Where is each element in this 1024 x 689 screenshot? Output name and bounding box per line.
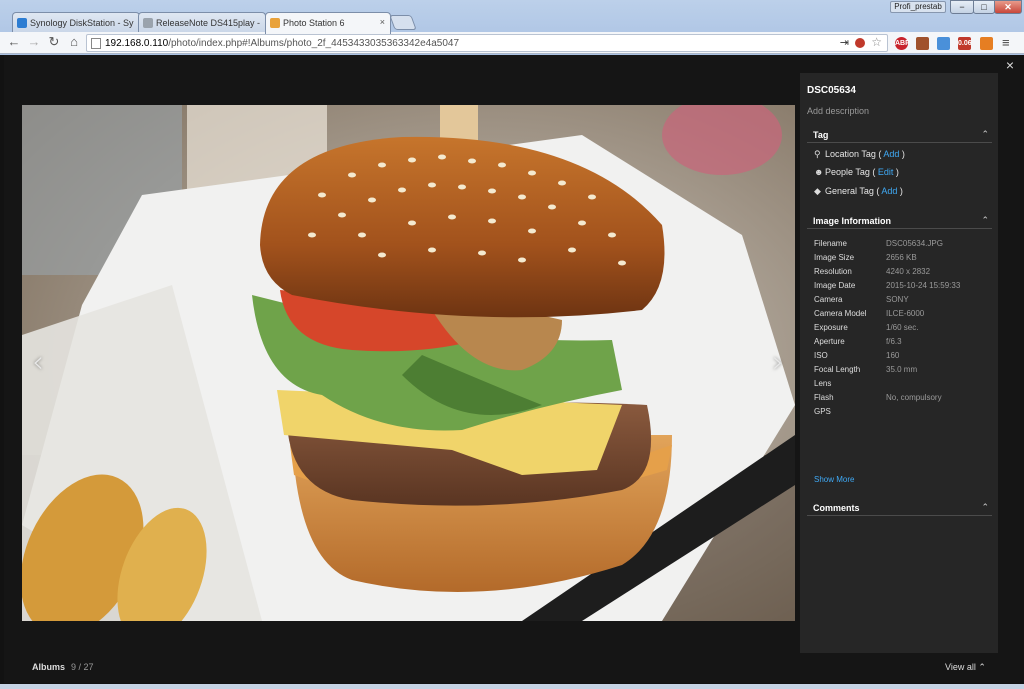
home-icon[interactable]: ⌂: [66, 34, 82, 50]
collapse-chevron-icon[interactable]: ⌃: [981, 129, 989, 140]
info-key: Camera: [814, 295, 843, 304]
section-label: Tag: [813, 130, 829, 140]
info-value: 160: [886, 351, 900, 360]
show-more-link[interactable]: Show More: [814, 475, 854, 484]
chevron-up-icon: ⌃: [978, 662, 986, 672]
browser-toolbar: ← → ↻ ⌂ 192.168.0.110/photo/index.php#!A…: [0, 32, 1024, 54]
taskbar-strip: [0, 684, 1024, 689]
info-value: SONY: [886, 295, 909, 304]
info-key: Resolution: [814, 267, 852, 276]
album-footer: Albums 9 / 27 View all ⌃: [0, 655, 1024, 679]
albums-link[interactable]: Albums: [32, 662, 65, 672]
url-text: 192.168.0.110/photo/index.php#!Albums/ph…: [105, 38, 460, 49]
location-pin-icon: ⚲: [814, 149, 821, 159]
tab-title: Photo Station 6: [283, 18, 345, 28]
photo-image: [22, 105, 795, 621]
info-value: 2015-10-24 15:59:33: [886, 281, 961, 290]
paren: ): [897, 186, 903, 196]
paren: ): [899, 149, 905, 159]
paren: ): [893, 167, 899, 177]
tab-releasenote[interactable]: ReleaseNote DS415play -: [138, 12, 266, 33]
people-tag-row: ☻ People Tag ( Edit ): [814, 167, 899, 177]
burger-photo-illustration: [22, 105, 795, 621]
info-key: Image Size: [814, 253, 855, 262]
new-tab-button[interactable]: [389, 15, 417, 30]
view-all-button[interactable]: View all ⌃: [945, 662, 986, 673]
info-key: Aperture: [814, 337, 845, 346]
info-key: Filename: [814, 239, 847, 248]
info-key: Camera Model: [814, 309, 867, 318]
info-value: ILCE-6000: [886, 309, 925, 318]
image-info-section-header[interactable]: Image Information ⌃: [807, 214, 992, 229]
bookmark-star-icon[interactable]: ☆: [871, 35, 882, 49]
page-icon: [91, 38, 101, 49]
abp-icon[interactable]: ABP: [895, 37, 910, 50]
location-tag-row: ⚲ Location Tag ( Add ): [814, 149, 905, 160]
tag-section-header[interactable]: Tag ⌃: [807, 128, 992, 143]
mail-icon[interactable]: [980, 37, 993, 50]
collapse-chevron-icon[interactable]: ⌃: [981, 215, 989, 226]
info-key: Exposure: [814, 323, 848, 332]
tag-label: Location Tag: [825, 149, 876, 159]
photo-station-favicon-icon: [270, 18, 280, 28]
menu-icon[interactable]: ≡: [1002, 35, 1010, 50]
add-location-tag-link[interactable]: Add: [883, 149, 899, 159]
info-key: ISO: [814, 351, 828, 360]
prev-photo-arrow-icon[interactable]: ‹: [32, 345, 44, 380]
page-favicon-icon: [143, 18, 153, 28]
info-value: f/6.3: [886, 337, 902, 346]
close-tab-icon[interactable]: ×: [380, 17, 385, 27]
info-value: 1/60 sec.: [886, 323, 919, 332]
edit-people-tag-link[interactable]: Edit: [878, 167, 894, 177]
info-value: 35.0 mm: [886, 365, 918, 374]
stop-icon[interactable]: [855, 38, 865, 48]
add-description-link[interactable]: Add description: [807, 106, 869, 116]
tab-photo-station[interactable]: Photo Station 6 ×: [265, 12, 391, 34]
section-label: Comments: [813, 503, 860, 513]
minimize-button[interactable]: −: [950, 0, 974, 14]
back-arrow-icon[interactable]: ←: [6, 34, 22, 50]
address-bar[interactable]: 192.168.0.110/photo/index.php#!Albums/ph…: [86, 34, 888, 52]
instagram-icon[interactable]: [916, 37, 929, 50]
info-key: Flash: [814, 393, 834, 402]
badge-icon[interactable]: 0.06: [958, 37, 972, 50]
camera-icon[interactable]: [937, 37, 950, 50]
next-photo-arrow-icon[interactable]: ›: [772, 345, 784, 380]
collapse-chevron-icon[interactable]: ⌃: [981, 502, 989, 513]
tab-diskstation[interactable]: Synology DiskStation - Sy: [12, 12, 140, 33]
info-key: Lens: [814, 379, 832, 388]
paren: (: [869, 167, 878, 177]
info-value: DSC05634.JPG: [886, 239, 943, 248]
view-all-label: View all: [945, 662, 976, 672]
tab-title: ReleaseNote DS415play -: [156, 18, 261, 28]
plugin-blocked-icon[interactable]: ⇥: [840, 36, 849, 49]
forward-arrow-icon[interactable]: →: [26, 34, 42, 50]
info-value: 2656 KB: [886, 253, 917, 262]
profile-button[interactable]: Profi_prestab: [890, 1, 946, 13]
tag-label: People Tag: [825, 167, 870, 177]
tag-label: General Tag: [825, 186, 874, 196]
window-close-button[interactable]: ✕: [994, 0, 1022, 14]
info-key: Focal Length: [814, 365, 861, 374]
comments-section-header[interactable]: Comments ⌃: [807, 501, 992, 516]
browser-chrome: Synology DiskStation - Sy ReleaseNote DS…: [0, 0, 1024, 55]
photo-position: 9 / 27: [71, 662, 94, 672]
info-value: 4240 x 2832: [886, 267, 931, 276]
maximize-button[interactable]: □: [973, 0, 995, 14]
photo-viewer: × ‹ › DSC05634 Add description Tag ⌃ ⚲ L…: [0, 55, 1024, 689]
info-value: No, compulsory: [886, 393, 942, 402]
tag-icon: ◆: [814, 186, 821, 196]
section-label: Image Information: [813, 216, 892, 226]
synology-favicon-icon: [17, 18, 27, 28]
tab-title: Synology DiskStation - Sy: [30, 18, 134, 28]
close-icon[interactable]: ×: [1006, 57, 1014, 73]
info-sidebar: DSC05634 Add description Tag ⌃ ⚲ Location…: [800, 73, 998, 653]
photo-title: DSC05634: [807, 85, 856, 96]
info-key: GPS: [814, 407, 831, 416]
add-general-tag-link[interactable]: Add: [881, 186, 897, 196]
info-key: Image Date: [814, 281, 856, 290]
general-tag-row: ◆ General Tag ( Add ): [814, 186, 903, 197]
person-icon: ☻: [814, 167, 824, 177]
reload-icon[interactable]: ↻: [46, 34, 62, 50]
